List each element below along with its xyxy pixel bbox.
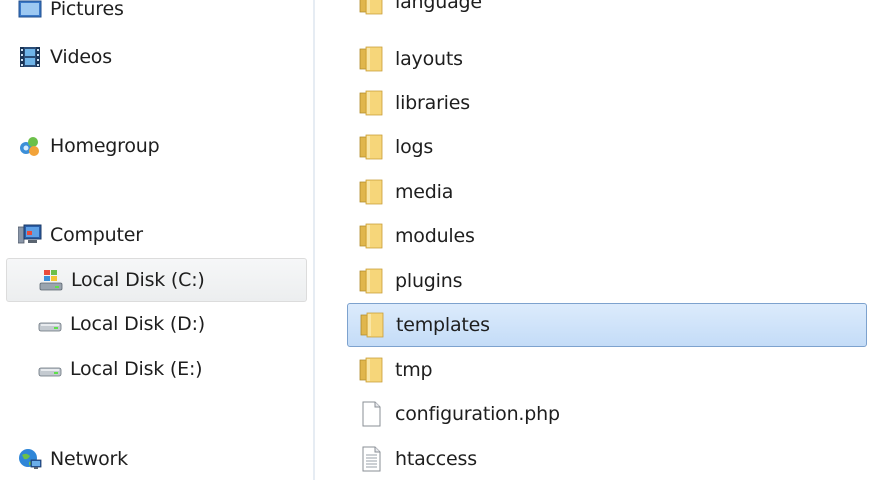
folder-item[interactable]: logs [347,125,867,169]
folder-item[interactable]: plugins [347,259,867,303]
homegroup-icon [20,137,39,156]
file-name: logs [395,136,434,158]
nav-item-label: Local Disk (C:) [71,269,205,291]
file-name: modules [395,225,475,247]
text-file-icon [362,446,381,472]
folder-icon [359,0,383,15]
file-name: libraries [395,92,470,114]
folder-icon [359,46,383,72]
explorer-window: Pictures Videos Homegroup Computer Local… [0,0,869,480]
folder-icon [359,134,383,160]
nav-item-local-disk-d[interactable]: Local Disk (D:) [38,302,288,346]
folder-icon [359,268,383,294]
folder-icon [360,312,384,338]
folder-item[interactable]: libraries [347,81,867,125]
folder-icon [359,90,383,116]
nav-item-label: Videos [50,46,112,68]
nav-item-label: Homegroup [50,135,160,157]
file-name: templates [396,314,490,336]
folder-item[interactable]: templates [347,303,867,347]
folder-icon [359,179,383,205]
nav-item-label: Pictures [50,0,124,20]
computer-icon [18,224,42,244]
windows-drive-icon [39,270,63,291]
nav-item-computer[interactable]: Computer [18,213,268,257]
nav-item-network[interactable]: Network [18,437,268,480]
nav-item-label: Network [50,448,128,470]
file-item[interactable]: configuration.php [347,392,867,436]
folder-icon [359,357,383,383]
navigation-pane: Pictures Videos Homegroup Computer Local… [0,0,313,480]
folder-item[interactable]: modules [347,214,867,258]
hard-drive-icon [38,322,62,332]
file-name: configuration.php [395,403,560,425]
nav-item-local-disk-e[interactable]: Local Disk (E:) [38,347,288,391]
folder-item[interactable]: layouts [347,37,867,81]
file-name: plugins [395,270,463,292]
file-name: language [395,0,482,13]
nav-item-pictures[interactable]: Pictures [18,0,268,31]
nav-item-local-disk-c[interactable]: Local Disk (C:) [6,258,307,302]
file-name: layouts [395,48,463,70]
file-item[interactable]: htaccess [347,437,867,480]
nav-item-label: Computer [50,224,143,246]
file-list: language layouts libraries logs media modules… [315,0,869,480]
nav-item-label: Local Disk (E:) [70,358,203,380]
network-icon [19,449,42,469]
folder-item[interactable]: media [347,170,867,214]
pictures-library-icon [18,0,42,18]
folder-item[interactable]: tmp [347,348,867,392]
videos-library-icon [20,47,40,67]
nav-item-homegroup[interactable]: Homegroup [18,124,268,168]
folder-item[interactable]: language [347,0,867,24]
file-name: tmp [395,359,433,381]
nav-item-label: Local Disk (D:) [70,313,205,335]
file-name: htaccess [395,448,477,470]
file-name: media [395,181,454,203]
folder-icon [359,223,383,249]
nav-item-videos[interactable]: Videos [18,35,268,79]
hard-drive-icon [38,367,62,377]
file-icon [362,401,381,427]
